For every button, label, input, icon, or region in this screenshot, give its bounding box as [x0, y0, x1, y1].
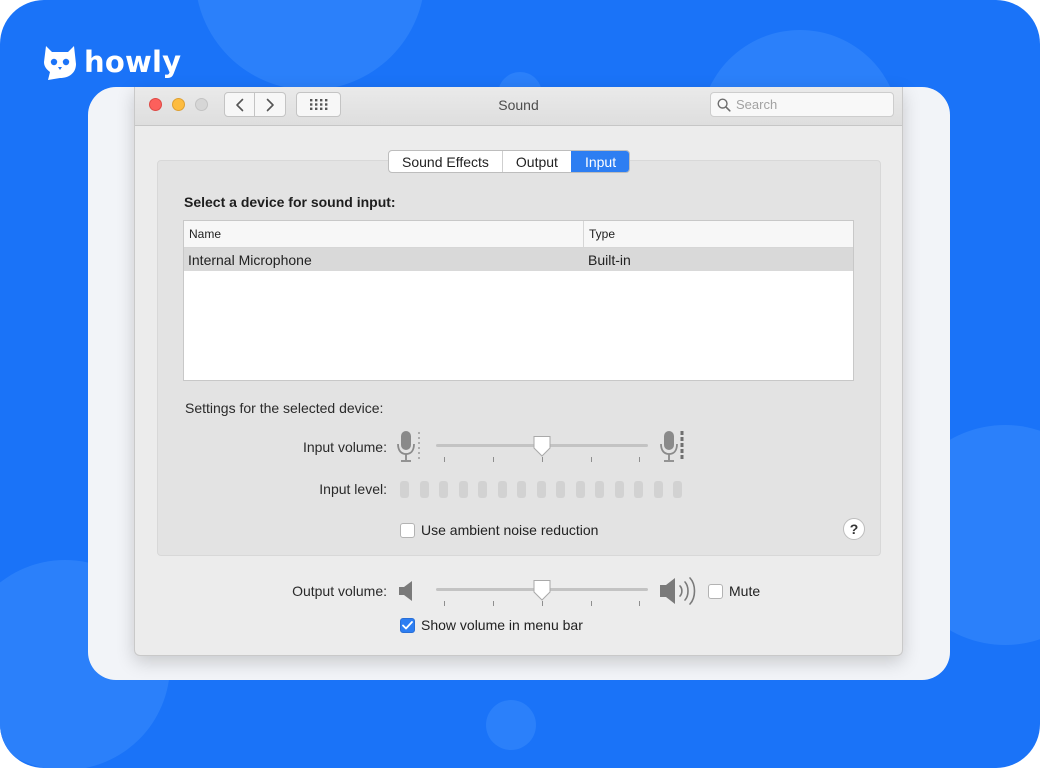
input-level-meter: [400, 481, 693, 498]
checkmark-icon: [402, 620, 413, 629]
tab-output[interactable]: Output: [501, 151, 571, 172]
brand-name: howly: [84, 45, 182, 79]
device-name-cell: Internal Microphone: [188, 251, 312, 268]
level-segment: [673, 481, 682, 498]
table-header: Name Type: [184, 221, 853, 248]
level-segment: [419, 481, 429, 498]
tab-sound-effects[interactable]: Sound Effects: [389, 151, 502, 172]
ambient-noise-checkbox[interactable]: Use ambient noise reduction: [400, 522, 598, 538]
level-segment: [556, 481, 565, 498]
help-button[interactable]: ?: [843, 518, 865, 540]
level-segment: [614, 481, 624, 498]
speaker-low-icon: [399, 581, 412, 601]
title-bar: Sound: [135, 87, 902, 126]
brand-logo: howly: [42, 42, 181, 82]
microphone-high-icon: [660, 431, 684, 462]
owl-logo-icon: [44, 46, 76, 80]
tab-bar: Sound Effects Output Input: [388, 150, 631, 173]
ambient-noise-label: Use ambient noise reduction: [421, 522, 599, 538]
search-input[interactable]: [736, 97, 886, 112]
level-segment: [653, 481, 663, 498]
device-section-title: Select a device for sound input:: [184, 194, 396, 210]
level-segment: [478, 481, 487, 498]
level-segment: [634, 481, 643, 498]
level-segment: [517, 481, 526, 498]
input-level-label: Input level:: [319, 481, 387, 497]
level-segment: [458, 481, 468, 498]
microphone-low-icon: [397, 431, 420, 462]
table-row[interactable]: Internal Microphone Built-in: [184, 248, 853, 271]
output-volume-label: Output volume:: [292, 583, 387, 599]
column-header-type[interactable]: Type: [584, 221, 615, 247]
column-header-name[interactable]: Name: [184, 221, 584, 247]
output-volume-slider[interactable]: [436, 578, 648, 606]
speaker-high-icon: [660, 577, 696, 605]
level-segment: [439, 481, 448, 498]
search-icon: [717, 97, 731, 112]
level-segment: [497, 481, 507, 498]
level-segment: [595, 481, 604, 498]
slider-thumb[interactable]: [532, 435, 552, 457]
mute-label: Mute: [729, 583, 761, 599]
mute-checkbox[interactable]: Mute: [708, 583, 760, 599]
level-segment: [575, 481, 585, 498]
sound-preferences-window: Sound Sound Effects Output Input Select …: [134, 87, 903, 656]
tab-input[interactable]: Input: [570, 151, 630, 172]
decor-bubble: [195, 0, 425, 90]
show-volume-label: Show volume in menu bar: [421, 617, 583, 633]
show-volume-checkbox[interactable]: Show volume in menu bar: [400, 617, 583, 633]
slider-thumb[interactable]: [532, 579, 552, 601]
input-device-table: Name Type Internal Microphone Built-in: [183, 220, 854, 381]
level-segment: [536, 481, 546, 498]
input-volume-label: Input volume:: [302, 439, 387, 455]
checkbox-box[interactable]: [708, 583, 723, 599]
checkbox-box[interactable]: [400, 617, 415, 633]
settings-section-title: Settings for the selected device:: [185, 400, 384, 416]
decor-bubble: [486, 700, 536, 750]
level-segment: [400, 481, 409, 498]
device-type-cell: Built-in: [588, 251, 631, 268]
input-volume-slider[interactable]: [436, 434, 648, 462]
checkbox-box[interactable]: [400, 522, 415, 538]
search-field[interactable]: [710, 92, 894, 117]
